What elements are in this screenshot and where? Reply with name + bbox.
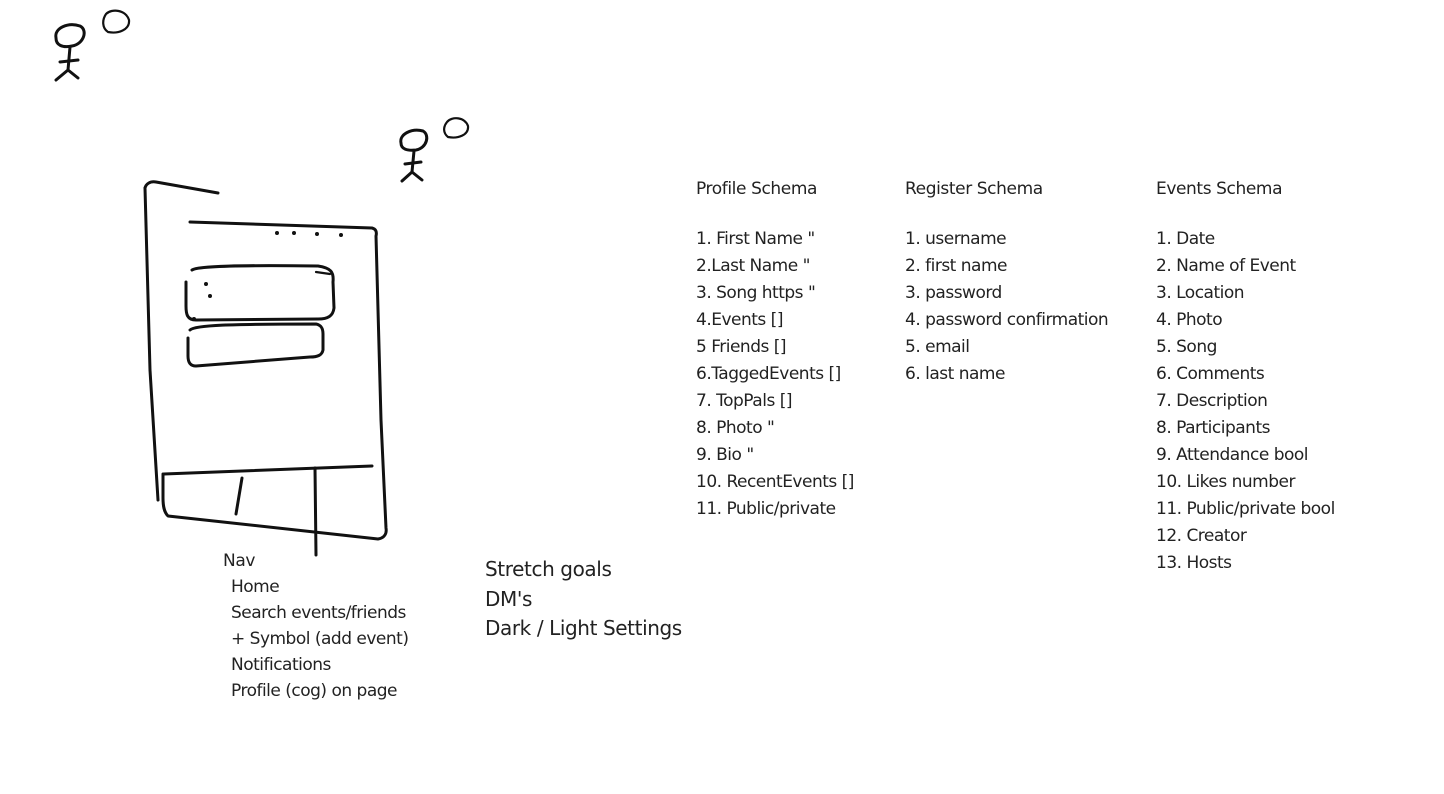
list-item: 6. Comments [1156,364,1265,384]
list-item: 3. Song https " [696,283,816,303]
stick-figure-icon-middle [399,117,470,183]
list-item: 6.TaggedEvents [] [696,364,841,384]
list-item: + Symbol (add event) [231,629,409,649]
list-item: 3. password [905,283,1002,303]
register-schema-list: 1. username 2. first name 3. password 4.… [905,226,1109,388]
events-schema-title: Events Schema [1156,179,1283,199]
list-item: 12. Creator [1156,526,1247,546]
list-item: Notifications [231,655,331,675]
list-item: 10. RecentEvents [] [696,472,854,492]
register-schema-title: Register Schema [905,179,1043,199]
list-item: Dark / Light Settings [485,616,682,640]
list-item: 2.Last Name " [696,256,810,276]
list-item: 4.Events [] [696,310,783,330]
list-item: 8. Participants [1156,418,1270,438]
list-item: 1. First Name " [696,229,815,249]
nav-title: Nav [223,551,255,571]
list-item: 13. Hosts [1156,553,1232,573]
list-item: 9. Bio " [696,445,754,465]
profile-schema-list: 1. First Name " 2.Last Name " 3. Song ht… [696,226,854,523]
stretch-goals-list: Stretch goals DM's Dark / Light Settings [485,555,682,644]
list-item: 5 Friends [] [696,337,787,357]
stretch-goals-heading: Stretch goals [485,557,612,581]
profile-schema-block: Profile Schema 1. First Name " 2.Last Na… [696,178,854,523]
nav-items-list: Home Search events/friends + Symbol (add… [223,574,409,704]
list-item: DM's [485,586,532,611]
stretch-goals-block: Stretch goals DM's Dark / Light Settings [485,555,682,644]
list-item: 9. Attendance bool [1156,445,1309,465]
profile-schema-title: Profile Schema [696,179,818,199]
nav-notes-block: Nav Home Search events/friends + Symbol … [223,548,409,704]
list-item: 11. Public/private bool [1156,499,1335,519]
list-item: 5. Song [1156,337,1217,357]
list-item: Search events/friends [231,603,406,623]
list-item: 4. password confirmation [905,310,1109,330]
list-item: 6. last name [905,364,1005,384]
list-item: 11. Public/private [696,499,836,519]
list-item: Home [231,577,280,597]
list-item: 7. Description [1156,391,1268,411]
stick-figure-icon-top [54,9,131,82]
list-item: 2. first name [905,256,1007,276]
list-item: Profile (cog) on page [231,681,398,701]
list-item: 4. Photo [1156,310,1223,330]
events-schema-block: Events Schema 1. Date 2. Name of Event 3… [1156,178,1335,577]
events-schema-list: 1. Date 2. Name of Event 3. Location 4. … [1156,226,1335,577]
list-item: 8. Photo " [696,418,775,438]
phone-wireframe-sketch [143,180,388,557]
list-item: 2. Name of Event [1156,256,1296,276]
list-item: 1. username [905,229,1007,249]
list-item: 1. Date [1156,229,1215,249]
list-item: 5. email [905,337,970,357]
list-item: 3. Location [1156,283,1245,303]
list-item: 7. TopPals [] [696,391,792,411]
register-schema-block: Register Schema 1. username 2. first nam… [905,178,1109,388]
list-item: 10. Likes number [1156,472,1295,492]
